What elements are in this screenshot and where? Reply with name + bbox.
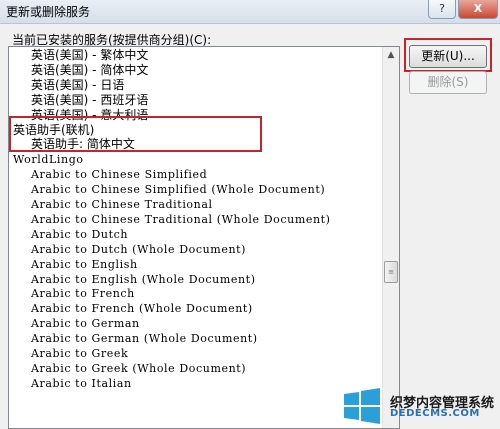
update-button[interactable]: 更新(U)... [409,45,487,68]
list-item[interactable]: Arabic to German (Whole Document) [9,331,258,346]
scroll-up-arrow-icon[interactable]: ▲ [383,47,399,64]
list-item[interactable]: Arabic to German [9,316,140,331]
list-item[interactable]: Arabic to Chinese Simplified (Whole Docu… [9,182,325,197]
list-item[interactable]: 英语(美国) - 日语 [9,78,124,93]
close-button[interactable]: X [458,0,498,19]
help-button[interactable]: ? [428,0,456,19]
list-item[interactable]: Arabic to English [9,257,138,272]
scrollbar-thumb[interactable]: ≡ [384,261,398,283]
list-item[interactable]: 英语(美国) - 简体中文 [9,63,148,78]
list-item[interactable]: Arabic to Italian [9,376,132,391]
title-bar: 更新或删除服务 ? X [0,0,500,24]
delete-button[interactable]: 删除(S) [409,71,487,94]
list-item[interactable]: Arabic to Dutch (Whole Document) [9,242,246,257]
highlight-box-english-assistant [9,116,262,152]
list-item[interactable]: Arabic to Dutch [9,227,128,242]
watermark-subtitle: DEDECMS.COM [390,408,480,419]
list-item[interactable]: Arabic to French [9,286,135,301]
list-item[interactable]: 英语(美国) - 繁体中文 [9,48,148,63]
list-item[interactable]: Arabic to Chinese Traditional (Whole Doc… [9,212,331,227]
list-item[interactable]: WorldLingo [9,152,84,167]
list-item[interactable]: Arabic to Greek [9,346,128,361]
list-item[interactable]: Arabic to French (Whole Document) [9,301,253,316]
list-item[interactable]: 英语(美国) - 西班牙语 [9,93,148,108]
window-title: 更新或删除服务 [6,5,91,19]
list-item[interactable]: Arabic to Chinese Simplified [9,167,207,182]
list-item[interactable]: Arabic to Greek (Whole Document) [9,361,246,376]
list-item[interactable]: Arabic to Chinese Traditional [9,197,213,212]
watermark: 织梦内容管理系统 DEDECMS.COM [340,368,500,429]
list-item[interactable]: Arabic to English (Whole Document) [9,272,256,287]
windows-logo-icon [344,388,380,424]
